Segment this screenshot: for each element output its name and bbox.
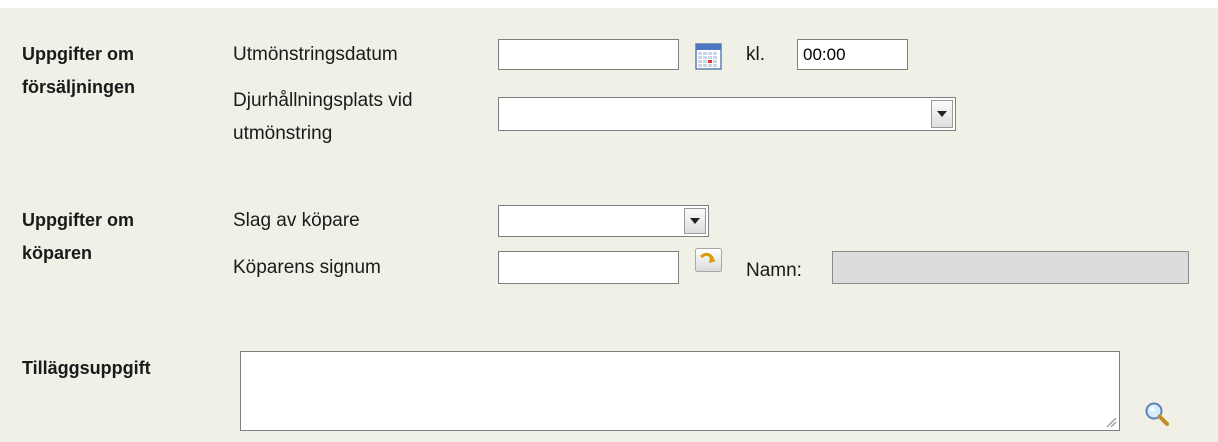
holding-label-line1: Djurhållningsplats vid: [233, 90, 413, 111]
sale-section-title: Uppgifter om försäljningen: [22, 38, 135, 104]
buyer-section-title: Uppgifter om köparen: [22, 204, 134, 270]
holding-select[interactable]: [498, 97, 956, 131]
buyer-id-input[interactable]: [498, 251, 679, 284]
holding-label-line2: utmönstring: [233, 123, 333, 144]
arrow-fetch-icon[interactable]: [695, 248, 722, 272]
time-label: kl.: [746, 44, 765, 65]
sale-section-title-line2: försäljningen: [22, 77, 136, 97]
time-input[interactable]: [797, 39, 908, 70]
sale-section-title-line1: Uppgifter om: [22, 44, 134, 64]
buyer-section-title-line1: Uppgifter om: [22, 210, 134, 230]
magnifier-icon[interactable]: [1143, 400, 1171, 428]
buyer-type-label: Slag av köpare: [233, 210, 360, 231]
chevron-down-icon[interactable]: [684, 208, 706, 234]
discharge-date-input[interactable]: [498, 39, 679, 70]
chevron-down-icon[interactable]: [931, 100, 953, 128]
holding-label: Djurhållningsplats vid utmönstring: [233, 84, 413, 150]
name-field: [832, 251, 1189, 284]
buyer-id-label: Köparens signum: [233, 257, 381, 278]
resize-grip-icon[interactable]: [1103, 414, 1117, 428]
name-label: Namn:: [746, 260, 802, 281]
buyer-section-title-line2: köparen: [22, 243, 93, 263]
discharge-date-label: Utmönstringsdatum: [233, 44, 398, 65]
buyer-type-select[interactable]: [498, 205, 709, 237]
calendar-icon[interactable]: [695, 43, 722, 70]
form-panel: Uppgifter om försäljningen Utmönstringsd…: [0, 8, 1218, 442]
extra-info-label: Tilläggsuppgift: [22, 358, 151, 378]
extra-info-textarea[interactable]: [240, 351, 1120, 431]
